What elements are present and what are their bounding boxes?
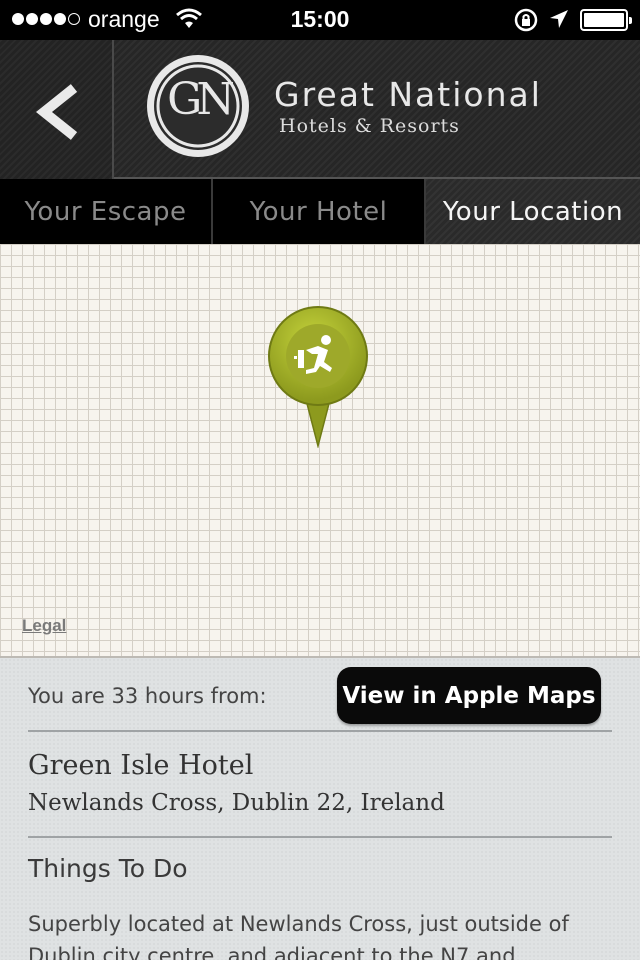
- tab-your-location[interactable]: Your Location: [426, 179, 640, 244]
- chevron-left-icon: [36, 84, 78, 140]
- legal-link[interactable]: Legal: [22, 616, 66, 636]
- view-in-apple-maps-button[interactable]: View in Apple Maps: [337, 667, 601, 724]
- gn-logo: GN: [144, 52, 252, 164]
- location-arrow-icon: [548, 8, 570, 36]
- hotel-address: Newlands Cross, Dublin 22, Ireland: [28, 790, 445, 816]
- distance-text: You are 33 hours from:: [28, 684, 267, 708]
- back-button[interactable]: [0, 40, 114, 179]
- rotation-lock-icon: [514, 8, 540, 38]
- tab-bar: Your Escape Your Hotel Your Location: [0, 179, 640, 244]
- app-header: GN Great National Hotels & Resorts: [0, 40, 640, 179]
- brand-subtitle: Hotels & Resorts: [279, 115, 460, 137]
- divider: [28, 836, 612, 838]
- brand-title: Great National: [274, 75, 542, 114]
- status-time: 15:00: [290, 6, 350, 32]
- tab-your-hotel[interactable]: Your Hotel: [213, 179, 426, 244]
- description-text: Superbly located at Newlands Cross, just…: [28, 912, 569, 960]
- location-info-panel: You are 33 hours from: View in Apple Map…: [0, 658, 640, 960]
- hotel-name: Green Isle Hotel: [28, 750, 254, 781]
- logo-monogram: GN: [167, 74, 235, 125]
- battery-icon: [580, 9, 632, 31]
- running-man-pin-icon: [268, 306, 368, 449]
- things-to-do-title: Things To Do: [28, 854, 188, 883]
- status-bar: orange 15:00: [0, 0, 640, 40]
- tab-your-escape[interactable]: Your Escape: [0, 179, 213, 244]
- map-view[interactable]: Legal: [0, 244, 640, 658]
- divider: [28, 730, 612, 732]
- hotel-location-pin[interactable]: [266, 306, 370, 452]
